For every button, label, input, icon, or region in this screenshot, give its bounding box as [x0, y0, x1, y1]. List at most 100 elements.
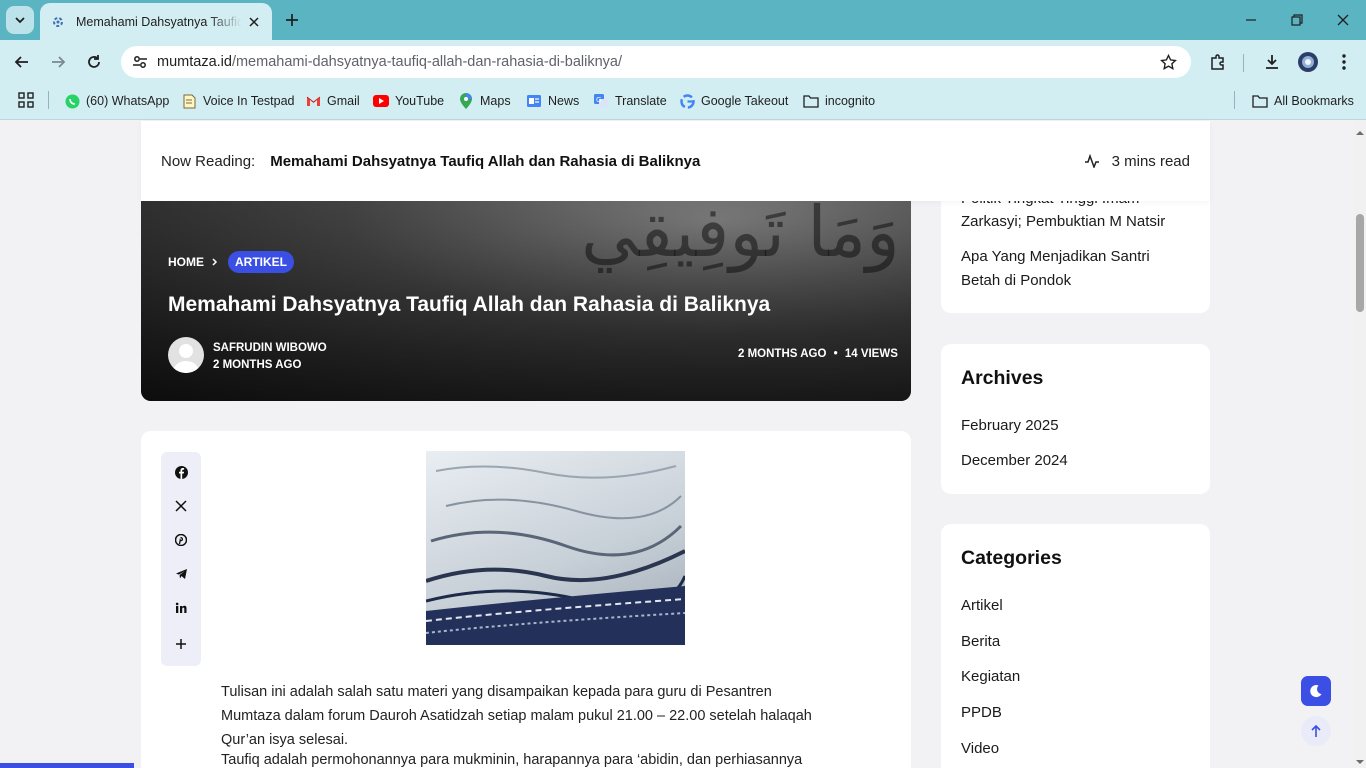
minimize-button[interactable] — [1237, 6, 1265, 34]
quran-calligraphy-illustration — [426, 465, 685, 645]
share-linkedin-button[interactable] — [171, 598, 191, 618]
bookmark-star-icon[interactable] — [1160, 53, 1177, 71]
back-to-top-button[interactable] — [1301, 716, 1331, 746]
author-date: 2 MONTHS AGO — [213, 359, 302, 371]
bookmark-maps[interactable]: Maps — [458, 90, 511, 112]
extensions-button[interactable] — [1204, 48, 1232, 76]
category-link[interactable]: Artikel — [961, 594, 1003, 618]
minimize-icon — [1246, 19, 1256, 21]
bookmark-label: Translate — [615, 94, 667, 108]
all-bookmarks-label: All Bookmarks — [1274, 94, 1354, 108]
bookmark-whatsapp[interactable]: (60) WhatsApp — [64, 90, 169, 112]
dark-mode-toggle[interactable] — [1301, 676, 1331, 706]
url-domain: mumtaza.id — [157, 54, 232, 70]
category-link[interactable]: Berita — [961, 630, 1000, 654]
bookmark-label: incognito — [825, 94, 876, 108]
notepad-icon — [181, 93, 197, 109]
active-tab[interactable]: Memahami Dahsyatnya Taufiq Allah dan Rah… — [40, 3, 272, 40]
back-button[interactable] — [8, 48, 36, 76]
view-count: 14 VIEWS — [844, 348, 898, 360]
breadcrumb-home[interactable]: HOME — [168, 255, 204, 269]
url-path: /memahami-dahsyatnya-taufiq-allah-dan-ra… — [231, 54, 623, 70]
svg-text:G: G — [596, 96, 601, 104]
share-telegram-button[interactable] — [171, 564, 191, 584]
google-icon — [679, 93, 695, 109]
all-bookmarks-button[interactable]: All Bookmarks — [1252, 90, 1354, 112]
new-tab-button[interactable] — [280, 8, 304, 32]
now-reading-label: Now Reading: — [161, 152, 256, 170]
folder-icon — [1252, 93, 1268, 109]
close-icon — [1337, 14, 1349, 26]
profile-button[interactable] — [1294, 48, 1322, 76]
downloads-button[interactable] — [1258, 48, 1286, 76]
activity-icon — [1084, 154, 1099, 168]
scroll-up-arrow-icon[interactable] — [1355, 124, 1365, 142]
forward-button[interactable] — [44, 48, 72, 76]
restore-button[interactable] — [1283, 6, 1311, 34]
tab-search-button[interactable] — [6, 6, 34, 34]
close-window-button[interactable] — [1329, 6, 1357, 34]
folder-icon — [803, 93, 819, 109]
author-name[interactable]: SAFRUDIN WIBOWO — [213, 340, 327, 357]
youtube-icon — [373, 93, 389, 109]
telegram-icon — [175, 569, 187, 579]
moon-icon — [1310, 685, 1322, 698]
site-info-icon[interactable] — [123, 46, 157, 78]
bookmark-voice-in-testpad[interactable]: Voice In Testpad — [181, 90, 295, 112]
category-link[interactable]: PPDB — [961, 701, 1002, 725]
apps-grid-icon[interactable] — [18, 92, 34, 108]
news-icon — [526, 93, 542, 109]
recent-post-link[interactable]: Betah di Pondok — [961, 269, 1071, 293]
bookmark-label: Voice In Testpad — [203, 94, 295, 108]
linkedin-icon — [175, 602, 187, 613]
bookmark-label: Gmail — [327, 94, 360, 108]
categories-heading: Categories — [961, 547, 1062, 569]
archive-link[interactable]: February 2025 — [961, 414, 1059, 438]
category-badge[interactable]: ARTIKEL — [228, 251, 294, 273]
close-tab-icon[interactable] — [246, 14, 262, 30]
plus-icon — [176, 639, 186, 649]
download-icon — [1266, 55, 1278, 69]
scroll-down-arrow-icon[interactable] — [1355, 753, 1365, 768]
bookmark-label: (60) WhatsApp — [86, 94, 170, 108]
recent-post-link[interactable]: Apa Yang Menjadikan Santri — [961, 245, 1150, 269]
bookmark-label: Maps — [480, 94, 511, 108]
x-twitter-icon — [175, 500, 187, 512]
now-reading-bar: Now Reading: Memahami Dahsyatnya Taufiq … — [141, 121, 1210, 201]
share-more-button[interactable] — [171, 634, 191, 654]
reading-progress-bar — [0, 763, 134, 768]
pinterest-icon — [175, 534, 187, 546]
whatsapp-icon — [64, 93, 80, 109]
maps-icon — [458, 93, 474, 109]
scrollbar-thumb[interactable] — [1356, 214, 1364, 312]
chevron-right-icon — [212, 258, 218, 266]
share-pinterest-button[interactable] — [171, 530, 191, 550]
reload-icon — [88, 55, 100, 68]
bookmark-gmail[interactable]: Gmail — [305, 90, 360, 112]
article-figure-image — [426, 451, 685, 645]
now-reading-title: Memahami Dahsyatnya Taufiq Allah dan Rah… — [270, 152, 701, 170]
chevron-down-icon — [15, 17, 25, 24]
recent-post-link[interactable]: Zarkasyi; Pembuktian M Natsir — [961, 210, 1165, 234]
bookmark-youtube[interactable]: YouTube — [373, 90, 444, 112]
menu-button[interactable] — [1330, 48, 1358, 76]
arrow-up-icon — [1311, 724, 1321, 737]
category-link[interactable]: Video — [961, 737, 999, 761]
bookmark-google-takeout[interactable]: Google Takeout — [679, 90, 788, 112]
translate-icon: G — [593, 93, 609, 109]
bookmark-translate[interactable]: G Translate — [593, 90, 667, 112]
author-avatar[interactable] — [168, 337, 204, 373]
share-x-button[interactable] — [171, 496, 191, 516]
reload-button[interactable] — [80, 48, 108, 76]
author-info: SAFRUDIN WIBOWO 2 MONTHS AGO — [213, 340, 327, 374]
bookmark-incognito[interactable]: incognito — [803, 90, 875, 112]
article-body: Tulisan ini adalah salah satu materi yan… — [221, 680, 891, 768]
address-bar[interactable]: mumtaza.id/memahami-dahsyatnya-taufiq-al… — [121, 46, 1191, 78]
read-time-text: 3 mins read — [1111, 152, 1190, 170]
category-link[interactable]: Kegiatan — [961, 665, 1020, 689]
facebook-icon — [174, 465, 188, 479]
post-date: 2 MONTHS AGO — [738, 348, 827, 360]
bookmark-news[interactable]: News — [526, 90, 579, 112]
archive-link[interactable]: December 2024 — [961, 449, 1068, 473]
share-facebook-button[interactable] — [171, 462, 191, 482]
